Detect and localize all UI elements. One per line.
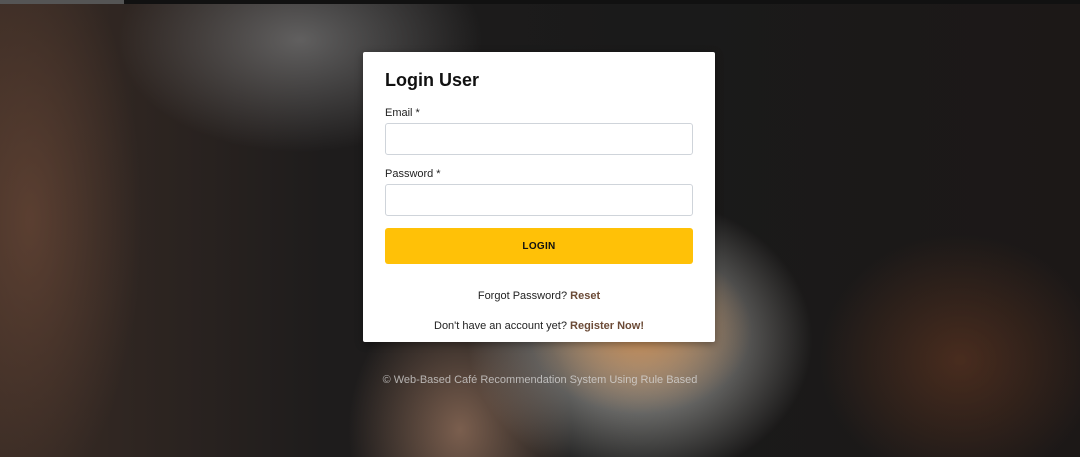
email-required-mark: * [415, 107, 420, 119]
register-link[interactable]: Register Now! [570, 320, 644, 332]
email-label: Email * [385, 106, 693, 120]
login-card: Login User Email * Password * LOGIN Forgot… [363, 52, 715, 342]
register-row: Don't have an account yet? Register Now! [385, 319, 693, 333]
email-field[interactable] [385, 123, 693, 155]
register-text: Don't have an account yet? [434, 320, 567, 332]
password-field[interactable] [385, 184, 693, 216]
password-label: Password * [385, 167, 693, 181]
reset-link[interactable]: Reset [570, 290, 600, 302]
forgot-password-row: Forgot Password? Reset [385, 289, 693, 303]
page-title: Login User [385, 70, 480, 90]
forgot-password-text: Forgot Password? [477, 290, 568, 302]
password-label-text: Password [385, 168, 434, 180]
email-label-text: Email [385, 107, 413, 119]
login-button[interactable]: LOGIN [385, 228, 693, 264]
tab-indicator [0, 0, 124, 4]
top-bar [0, 0, 1080, 4]
footer-copyright: © Web-Based Café Recommendation System U… [382, 374, 698, 386]
password-required-mark: * [436, 168, 441, 180]
